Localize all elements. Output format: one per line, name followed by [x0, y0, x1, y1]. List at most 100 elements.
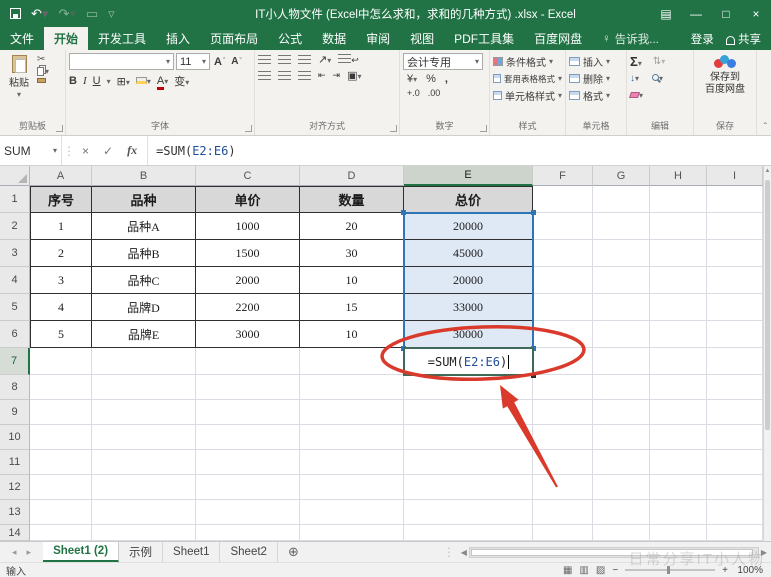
cell-B14[interactable]: [92, 525, 196, 541]
cell-F12[interactable]: [533, 475, 593, 500]
scroll-right-button[interactable]: ▶: [761, 548, 767, 557]
cell-B8[interactable]: [92, 375, 196, 400]
increase-indent-button[interactable]: ⇥: [333, 70, 341, 81]
share-button[interactable]: 共享: [726, 31, 761, 47]
cell-C7[interactable]: [196, 348, 300, 375]
cell-H10[interactable]: [650, 425, 707, 450]
column-header-B[interactable]: B: [92, 166, 196, 186]
column-header-F[interactable]: F: [533, 166, 593, 186]
cell-A9[interactable]: [30, 400, 92, 425]
merge-center-button[interactable]: ▣▾: [347, 69, 361, 82]
cell-E5[interactable]: 33000: [404, 294, 533, 321]
find-select-button[interactable]: ▾: [652, 73, 663, 84]
cell-I14[interactable]: [707, 525, 763, 541]
cell-A11[interactable]: [30, 450, 92, 475]
cell-A5[interactable]: 4: [30, 294, 92, 321]
save-icon[interactable]: [10, 8, 21, 19]
cell-B9[interactable]: [92, 400, 196, 425]
cell-F7[interactable]: [533, 348, 593, 375]
row-header-9[interactable]: 9: [0, 400, 30, 425]
cell-E13[interactable]: [404, 500, 533, 525]
cell-C14[interactable]: [196, 525, 300, 541]
cell-styles-button[interactable]: 单元格样式▾: [493, 87, 562, 104]
cell-H14[interactable]: [650, 525, 707, 541]
cell-C10[interactable]: [196, 425, 300, 450]
name-box[interactable]: SUM▾: [0, 136, 62, 165]
cell-G11[interactable]: [593, 450, 650, 475]
cell-H2[interactable]: [650, 213, 707, 240]
cell-E10[interactable]: [404, 425, 533, 450]
phonetic-guide-button[interactable]: 变▾: [174, 73, 189, 89]
cell-I5[interactable]: [707, 294, 763, 321]
cell-E9[interactable]: [404, 400, 533, 425]
row-header-6[interactable]: 6: [0, 321, 30, 348]
wrap-text-button[interactable]: ↩: [338, 54, 359, 66]
ribbon-tab-审阅[interactable]: 审阅: [356, 27, 400, 50]
cell-G14[interactable]: [593, 525, 650, 541]
decrease-decimal-button[interactable]: .00: [428, 88, 441, 98]
cell-D13[interactable]: [300, 500, 404, 525]
cell-A6[interactable]: 5: [30, 321, 92, 348]
align-right-icon[interactable]: [298, 71, 311, 80]
decrease-indent-button[interactable]: ⇤: [318, 70, 326, 81]
column-header-H[interactable]: H: [650, 166, 707, 186]
collapse-ribbon-button[interactable]: ˆ: [764, 122, 767, 133]
cell-D3[interactable]: 30: [300, 240, 404, 267]
sheet-tab-Sheet2[interactable]: Sheet2: [220, 542, 277, 562]
cell-I3[interactable]: [707, 240, 763, 267]
redo-button[interactable]: ↷▾: [58, 7, 75, 20]
ribbon-tab-视图[interactable]: 视图: [400, 27, 444, 50]
cell-D12[interactable]: [300, 475, 404, 500]
cell-G1[interactable]: [593, 186, 650, 213]
cell-B2[interactable]: 品种A: [92, 213, 196, 240]
restore-button[interactable]: □: [711, 7, 741, 21]
format-as-table-button[interactable]: 套用表格格式▾: [493, 70, 562, 87]
cell-G5[interactable]: [593, 294, 650, 321]
page-layout-view-button[interactable]: ▥: [579, 565, 588, 576]
cell-D1[interactable]: 数量: [300, 186, 404, 213]
font-color-button[interactable]: A▾: [157, 75, 168, 87]
cancel-button[interactable]: ×: [82, 144, 89, 158]
row-header-3[interactable]: 3: [0, 240, 30, 267]
cell-F2[interactable]: [533, 213, 593, 240]
sort-filter-button[interactable]: ⇅▾: [653, 56, 665, 67]
cell-I11[interactable]: [707, 450, 763, 475]
cell-F4[interactable]: [533, 267, 593, 294]
format-cells-button[interactable]: 格式▾: [569, 87, 623, 104]
cell-F14[interactable]: [533, 525, 593, 541]
formula-input[interactable]: =SUM(E2:E6): [148, 136, 771, 165]
cell-C1[interactable]: 单价: [196, 186, 300, 213]
ribbon-tab-文件[interactable]: 文件: [0, 27, 44, 50]
next-sheet-button[interactable]: ▸: [27, 547, 32, 558]
sheet-tab-Sheet1 (2)[interactable]: Sheet1 (2): [43, 542, 119, 562]
cell-C13[interactable]: [196, 500, 300, 525]
align-center-icon[interactable]: [278, 71, 291, 80]
cell-B5[interactable]: 品牌D: [92, 294, 196, 321]
column-header-G[interactable]: G: [593, 166, 650, 186]
save-to-baidu-button[interactable]: 保存到百度网盘: [694, 50, 756, 120]
cell-A14[interactable]: [30, 525, 92, 541]
cell-H1[interactable]: [650, 186, 707, 213]
row-header-8[interactable]: 8: [0, 375, 30, 400]
zoom-out-button[interactable]: −: [612, 565, 618, 576]
minimize-button[interactable]: —: [681, 7, 711, 21]
qat-customize-button[interactable]: ▿: [108, 7, 115, 20]
cut-button[interactable]: ✂: [35, 53, 51, 66]
cell-H4[interactable]: [650, 267, 707, 294]
cell-B1[interactable]: 品种: [92, 186, 196, 213]
cell-D7[interactable]: [300, 348, 404, 375]
cell-B6[interactable]: 品牌E: [92, 321, 196, 348]
row-header-2[interactable]: 2: [0, 213, 30, 240]
cell-C3[interactable]: 1500: [196, 240, 300, 267]
cell-D9[interactable]: [300, 400, 404, 425]
cell-F13[interactable]: [533, 500, 593, 525]
italic-button[interactable]: I: [83, 75, 87, 87]
cell-I13[interactable]: [707, 500, 763, 525]
cell-H5[interactable]: [650, 294, 707, 321]
currency-format-button[interactable]: ¥▾: [407, 73, 417, 85]
cell-B10[interactable]: [92, 425, 196, 450]
orientation-button[interactable]: ↗▾: [318, 53, 331, 66]
zoom-in-button[interactable]: +: [722, 565, 728, 576]
cell-F6[interactable]: [533, 321, 593, 348]
increase-decimal-button[interactable]: +.0: [407, 88, 420, 98]
